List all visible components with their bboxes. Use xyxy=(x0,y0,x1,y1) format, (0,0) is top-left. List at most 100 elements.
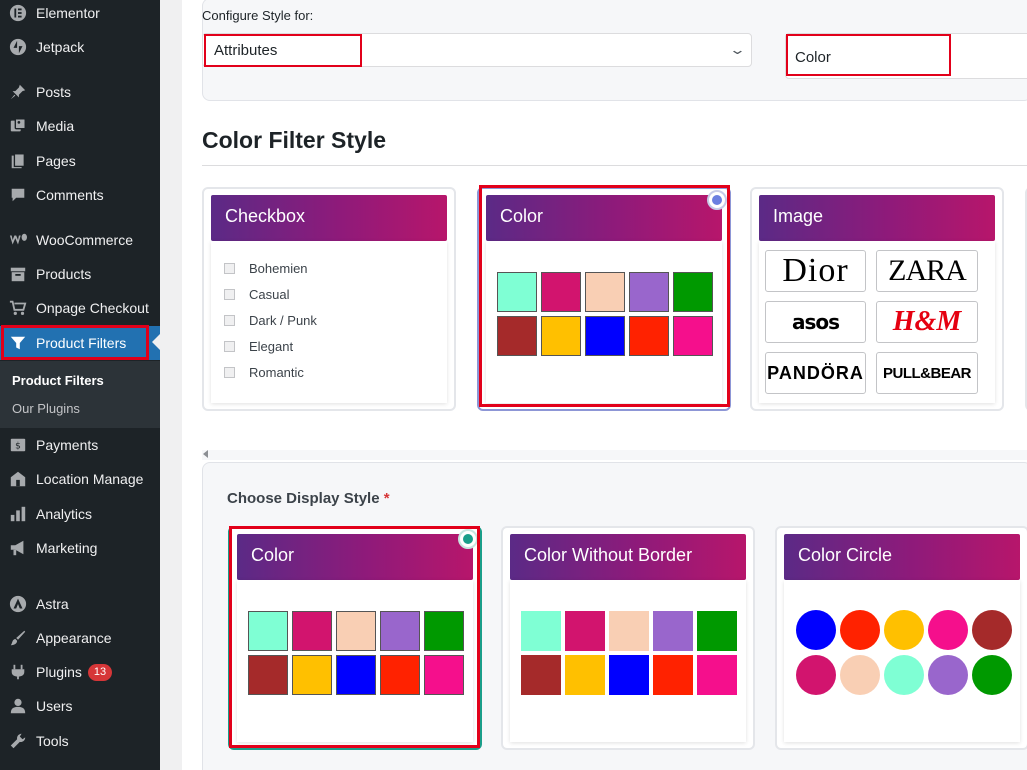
menu-item-users[interactable]: Users xyxy=(0,689,160,723)
menu-item-marketing[interactable]: Marketing xyxy=(0,531,160,565)
attribute-type-value[interactable]: Attributes xyxy=(204,34,362,67)
admin-sidebar: Elementor Jetpack Posts Media Pages Comm… xyxy=(0,0,160,770)
color-swatch xyxy=(521,611,561,651)
selected-radio[interactable] xyxy=(458,529,478,549)
menu-item-elementor[interactable]: Elementor xyxy=(0,0,160,30)
selected-radio[interactable] xyxy=(707,190,727,210)
color-swatch xyxy=(629,272,669,312)
color-swatch xyxy=(697,611,737,651)
pages-icon xyxy=(8,151,28,171)
color-swatch xyxy=(380,655,420,695)
brush-icon xyxy=(8,628,28,648)
color-swatch-grid xyxy=(248,611,464,695)
checkbox-icon xyxy=(224,315,235,326)
checkbox-option: Bohemien xyxy=(224,261,308,276)
horizontal-scrollbar[interactable] xyxy=(202,450,1027,460)
comment-icon xyxy=(8,185,28,205)
menu-item-media[interactable]: Media xyxy=(0,109,160,143)
color-swatch xyxy=(609,611,649,651)
checkbox-icon xyxy=(224,289,235,300)
megaphone-icon xyxy=(8,538,28,558)
scroll-left-arrow-icon[interactable] xyxy=(203,450,208,458)
brand-logo-grid: Dior ZARA asos H&M PANDÖRA PULL&BEAR xyxy=(765,250,978,394)
color-swatch xyxy=(653,655,693,695)
display-style-label-text: Choose Display Style xyxy=(227,490,380,507)
menu-label: Users xyxy=(36,698,73,714)
color-swatch xyxy=(653,611,693,651)
card-title: Color xyxy=(486,195,722,241)
display-card-color-circle[interactable]: Color Circle xyxy=(775,526,1027,750)
color-swatch xyxy=(585,316,625,356)
settings-content: Configure Style for: Attributes ⌄ Color … xyxy=(182,0,1027,770)
color-circle xyxy=(972,655,1012,695)
color-circle xyxy=(928,655,968,695)
menu-label: Elementor xyxy=(36,5,100,21)
submenu-item-our-plugins[interactable]: Our Plugins xyxy=(12,401,80,416)
menu-label: Location Manage xyxy=(36,471,144,487)
checkbox-option: Casual xyxy=(224,287,289,302)
color-swatch xyxy=(697,655,737,695)
brand-logo-hm: H&M xyxy=(876,301,978,343)
menu-item-payments[interactable]: $ Payments xyxy=(0,428,160,462)
menu-item-appearance[interactable]: Appearance xyxy=(0,621,160,655)
main-area: Configure Style for: Attributes ⌄ Color … xyxy=(160,0,1027,770)
color-circle xyxy=(928,610,968,650)
color-swatch xyxy=(565,655,605,695)
menu-item-posts[interactable]: Posts xyxy=(0,75,160,109)
menu-label: Onpage Checkout xyxy=(36,300,149,316)
menu-item-plugins[interactable]: Plugins 13 xyxy=(0,655,160,689)
display-card-color-without-border[interactable]: Color Without Border xyxy=(501,526,755,750)
menu-item-tools[interactable]: Tools xyxy=(0,724,160,758)
menu-item-woocommerce[interactable]: WooCommerce xyxy=(0,223,160,257)
card-title: Color Without Border xyxy=(510,534,746,580)
menu-item-astra[interactable]: Astra xyxy=(0,587,160,621)
menu-item-jetpack[interactable]: Jetpack xyxy=(0,30,160,64)
menu-item-comments[interactable]: Comments xyxy=(0,178,160,212)
menu-label: Pages xyxy=(36,153,76,169)
color-swatch xyxy=(424,611,464,651)
brand-logo-asos: asos xyxy=(765,301,866,343)
card-preview xyxy=(784,580,1020,742)
color-swatch xyxy=(248,655,288,695)
attribute-value[interactable]: Color xyxy=(786,34,951,76)
card-preview: Bohemien Casual Dark / Punk Elegant Roma… xyxy=(211,241,447,403)
menu-label: Tools xyxy=(36,733,69,749)
checkbox-option-label: Casual xyxy=(249,287,290,302)
card-title: Color xyxy=(237,534,473,580)
menu-label: Comments xyxy=(36,187,104,203)
section-title-color-filter-style: Color Filter Style xyxy=(202,127,387,153)
menu-item-onpage-checkout[interactable]: Onpage Checkout xyxy=(0,291,160,325)
color-swatch xyxy=(336,655,376,695)
menu-item-location-manage[interactable]: Location Manage xyxy=(0,462,160,496)
menu-label: Payments xyxy=(36,437,99,453)
menu-label: Product Filters xyxy=(36,335,127,351)
style-card-color[interactable]: Color xyxy=(477,187,731,411)
checkbox-option-label: Elegant xyxy=(249,339,294,354)
menu-label: Products xyxy=(36,266,92,282)
menu-item-analytics[interactable]: Analytics xyxy=(0,497,160,531)
media-icon xyxy=(8,116,28,136)
plugins-update-badge: 13 xyxy=(87,663,113,681)
card-preview: Dior ZARA asos H&M PANDÖRA PULL&BEAR xyxy=(759,241,995,403)
color-swatch-grid xyxy=(497,272,713,356)
brand-logo-pullbear: PULL&BEAR xyxy=(876,352,978,394)
menu-label: Astra xyxy=(36,596,69,612)
menu-label: Plugins xyxy=(36,664,82,680)
card-title: Image xyxy=(759,195,995,241)
bar-chart-icon xyxy=(8,504,28,524)
submenu-item-product-filters[interactable]: Product Filters xyxy=(12,373,104,388)
brand-logo-dior: Dior xyxy=(765,250,866,292)
color-swatch xyxy=(565,611,605,651)
color-swatch xyxy=(497,316,537,356)
style-card-image[interactable]: Image Dior ZARA asos H&M PANDÖRA PULL&BE… xyxy=(750,187,1004,411)
plugin-icon xyxy=(8,662,28,682)
color-swatch xyxy=(673,272,713,312)
chevron-down-icon[interactable]: ⌄ xyxy=(729,42,746,58)
style-card-checkbox[interactable]: Checkbox Bohemien Casual Dark / Punk Ele… xyxy=(202,187,456,411)
color-circle-grid xyxy=(796,610,1012,695)
checkbox-icon xyxy=(224,263,235,274)
menu-item-pages[interactable]: Pages xyxy=(0,144,160,178)
menu-item-product-filters[interactable]: Product Filters xyxy=(0,326,160,360)
menu-item-products[interactable]: Products xyxy=(0,257,160,291)
display-card-color[interactable]: Color xyxy=(228,526,482,750)
